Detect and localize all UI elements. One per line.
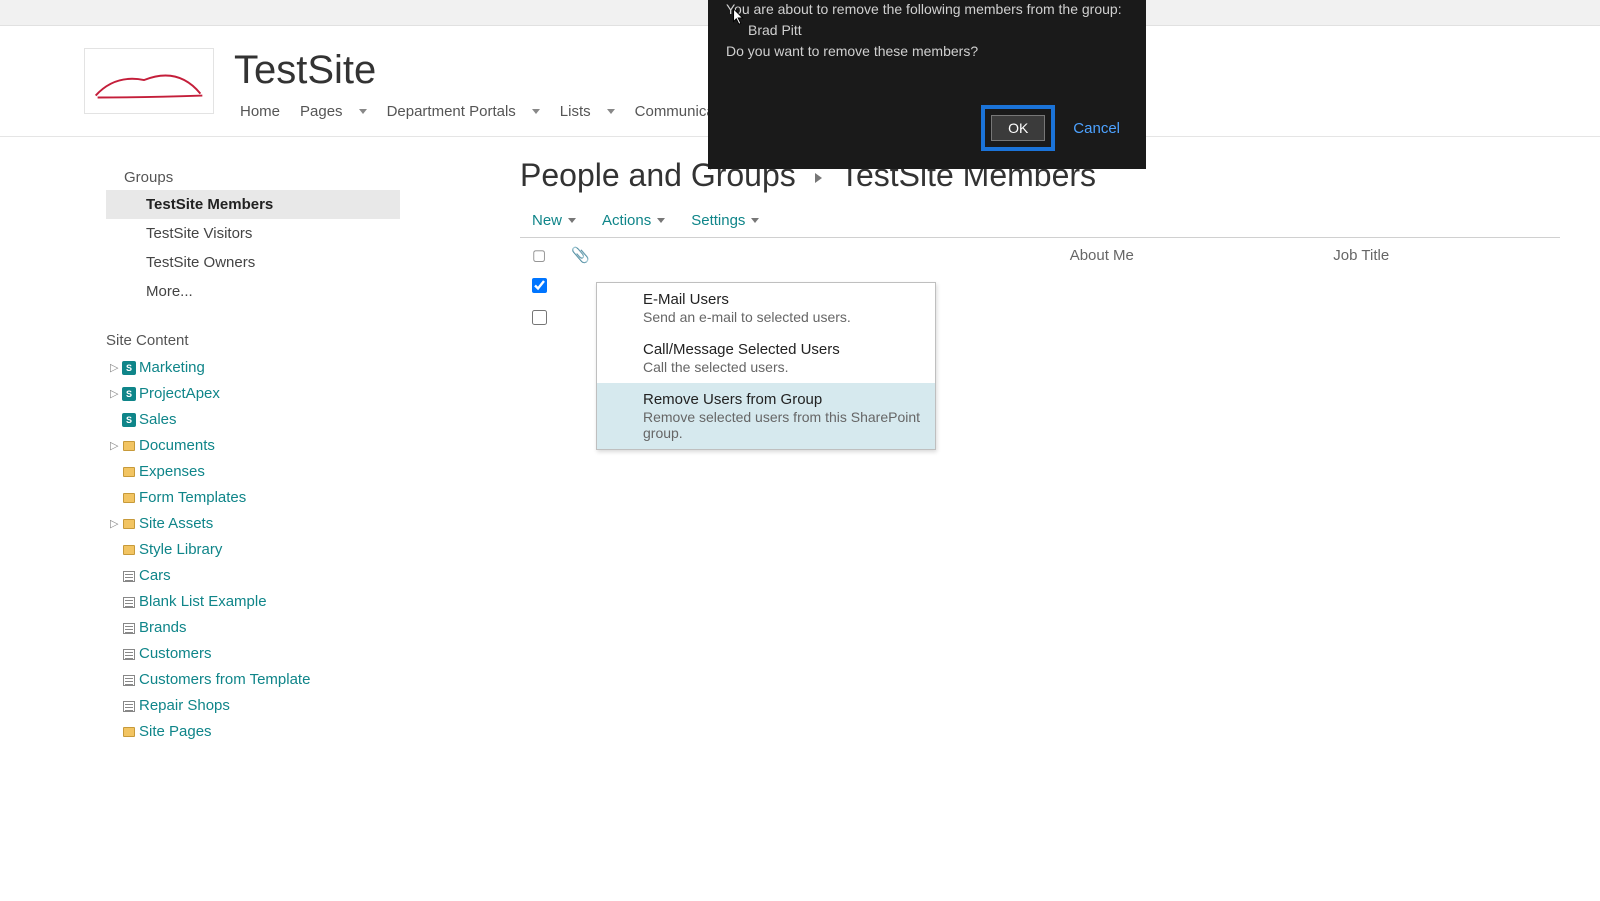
folder-icon	[122, 517, 136, 531]
groups-header: Groups	[124, 169, 400, 186]
ok-button-highlight: OK	[981, 105, 1055, 151]
folder-icon	[122, 439, 136, 453]
menu-email-users[interactable]: E-Mail Users Send an e-mail to selected …	[597, 283, 935, 333]
select-column-icon: ▢	[532, 247, 546, 264]
dialog-message: You are about to remove the following me…	[726, 0, 1128, 61]
new-button[interactable]: New	[532, 212, 576, 229]
tree-item-brands[interactable]: Brands	[106, 615, 400, 641]
nav-home[interactable]: Home	[234, 99, 286, 124]
nav-department-portals[interactable]: Department Portals	[381, 99, 546, 124]
nav-pages[interactable]: Pages	[294, 99, 373, 124]
actions-dropdown-menu: E-Mail Users Send an e-mail to selected …	[596, 282, 936, 450]
tree-item-cars[interactable]: Cars	[106, 563, 400, 589]
col-about-me[interactable]: About Me	[1058, 238, 1322, 273]
top-nav: Home Pages Department Portals Lists Comm…	[234, 99, 745, 136]
attachment-column-icon: 📎	[571, 247, 590, 264]
expand-caret-icon[interactable]: ▷	[110, 513, 118, 535]
list-icon	[122, 699, 136, 713]
group-testsite-members[interactable]: TestSite Members	[106, 190, 400, 219]
dropdown-caret-icon	[359, 109, 367, 114]
group-testsite-owners[interactable]: TestSite Owners	[106, 248, 400, 277]
tree-item-site-assets[interactable]: ▷Site Assets	[106, 511, 400, 537]
subsite-icon: S	[122, 387, 136, 401]
folder-icon	[122, 465, 136, 479]
folder-icon	[122, 543, 136, 557]
tree-item-customers-from-template[interactable]: Customers from Template	[106, 667, 400, 693]
folder-icon	[122, 725, 136, 739]
dropdown-caret-icon	[568, 218, 576, 223]
tree-item-expenses[interactable]: Expenses	[106, 459, 400, 485]
menu-call-users[interactable]: Call/Message Selected Users Call the sel…	[597, 333, 935, 383]
tree-item-site-pages[interactable]: Site Pages	[106, 719, 400, 745]
confirm-remove-dialog: You are about to remove the following me…	[708, 0, 1146, 169]
dropdown-caret-icon	[607, 109, 615, 114]
menu-remove-users[interactable]: Remove Users from Group Remove selected …	[597, 383, 935, 449]
folder-icon	[122, 491, 136, 505]
col-job-title[interactable]: Job Title	[1321, 238, 1560, 273]
tree-item-customers[interactable]: Customers	[106, 641, 400, 667]
breadcrumb-caret-icon	[815, 173, 822, 183]
tree-item-form-templates[interactable]: Form Templates	[106, 485, 400, 511]
row-checkbox[interactable]	[532, 278, 547, 293]
ok-button[interactable]: OK	[991, 115, 1045, 141]
group-testsite-visitors[interactable]: TestSite Visitors	[106, 219, 400, 248]
list-icon	[122, 673, 136, 687]
list-icon	[122, 595, 136, 609]
expand-caret-icon[interactable]: ▷	[110, 357, 118, 379]
list-icon	[122, 621, 136, 635]
tree-item-marketing[interactable]: ▷SMarketing	[106, 355, 400, 381]
list-toolbar: New Actions Settings	[520, 212, 1560, 229]
site-content-tree: ▷SMarketing ▷SProjectApex SSales ▷Docume…	[106, 355, 400, 745]
site-logo[interactable]	[84, 48, 214, 114]
tree-item-sales[interactable]: SSales	[106, 407, 400, 433]
tree-item-projectapex[interactable]: ▷SProjectApex	[106, 381, 400, 407]
expand-caret-icon[interactable]: ▷	[110, 435, 118, 457]
car-logo-icon	[85, 49, 213, 113]
list-icon	[122, 647, 136, 661]
dropdown-caret-icon	[751, 218, 759, 223]
site-content-header: Site Content	[106, 332, 400, 349]
dropdown-caret-icon	[532, 109, 540, 114]
groups-list: TestSite Members TestSite Visitors TestS…	[106, 190, 400, 306]
table-header-row: ▢ 📎 About Me Job Title	[520, 238, 1560, 273]
list-icon	[122, 569, 136, 583]
expand-caret-icon[interactable]: ▷	[110, 383, 118, 405]
tree-item-blank-list[interactable]: Blank List Example	[106, 589, 400, 615]
nav-lists[interactable]: Lists	[554, 99, 621, 124]
actions-button[interactable]: Actions	[602, 212, 665, 229]
dropdown-caret-icon	[657, 218, 665, 223]
group-more[interactable]: More...	[106, 277, 400, 306]
tree-item-documents[interactable]: ▷Documents	[106, 433, 400, 459]
subsite-icon: S	[122, 361, 136, 375]
left-sidebar: Groups TestSite Members TestSite Visitor…	[0, 157, 400, 745]
row-checkbox[interactable]	[532, 310, 547, 325]
content-area: People and Groups TestSite Members New A…	[400, 157, 1600, 745]
tree-item-style-library[interactable]: Style Library	[106, 537, 400, 563]
subsite-icon: S	[122, 413, 136, 427]
site-title[interactable]: TestSite	[234, 48, 745, 93]
tree-item-repair-shops[interactable]: Repair Shops	[106, 693, 400, 719]
cancel-button[interactable]: Cancel	[1065, 114, 1128, 143]
settings-button[interactable]: Settings	[691, 212, 759, 229]
